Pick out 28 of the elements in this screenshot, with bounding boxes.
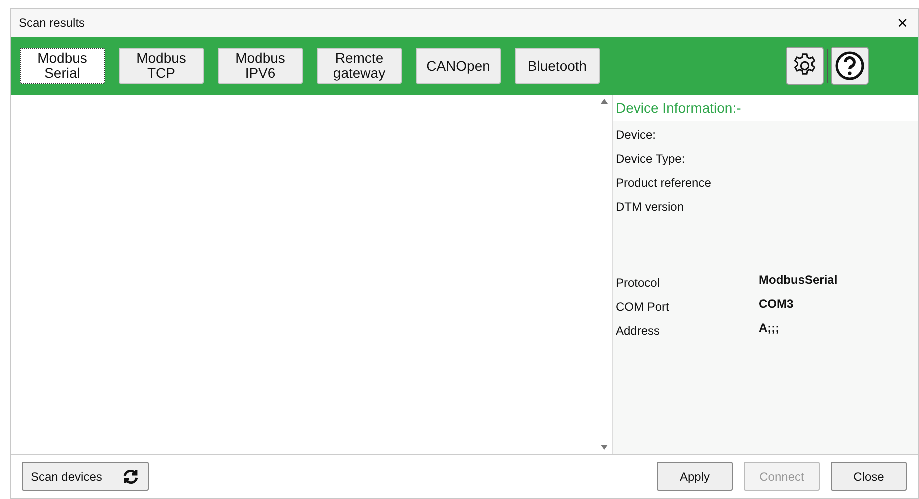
protocol-tab[interactable]: CANOpen (416, 48, 501, 84)
help-icon (835, 51, 865, 81)
field-label: Device Type: (616, 151, 686, 168)
settings-button[interactable] (786, 47, 824, 85)
field-label: Product reference (616, 175, 712, 192)
field-label: Device: (616, 127, 658, 144)
field-value: COM3 (759, 296, 794, 313)
field-label: Protocol (616, 275, 662, 292)
scan-devices-button[interactable]: Scan devices (22, 462, 149, 491)
field-label: COM Port (616, 299, 670, 316)
help-button[interactable] (831, 47, 869, 85)
field-value: ModbusSerial (759, 272, 838, 289)
protocol-tab[interactable]: Modbus TCP (119, 48, 204, 84)
close-button[interactable]: × (895, 14, 910, 32)
scroll-up-icon[interactable] (600, 99, 608, 104)
protocol-tab[interactable]: Modbus Serial (20, 48, 105, 84)
dialog-button[interactable]: Apply (657, 462, 733, 491)
field-label: DTM version (616, 199, 686, 216)
protocol-tab[interactable]: Bluetooth (515, 48, 600, 84)
refresh-icon (122, 468, 140, 486)
protocol-tab[interactable]: Remcte gateway (317, 48, 402, 84)
field-label: Address (616, 323, 662, 340)
window-title: Scan results (19, 15, 86, 32)
field-value: A;;; (759, 320, 780, 337)
scroll-down-icon[interactable] (600, 445, 608, 450)
dialog-button[interactable]: Close (831, 462, 907, 491)
protocol-tab[interactable]: Modbus IPV6 (218, 48, 303, 84)
section-heading: Device Information:- (613, 95, 918, 121)
